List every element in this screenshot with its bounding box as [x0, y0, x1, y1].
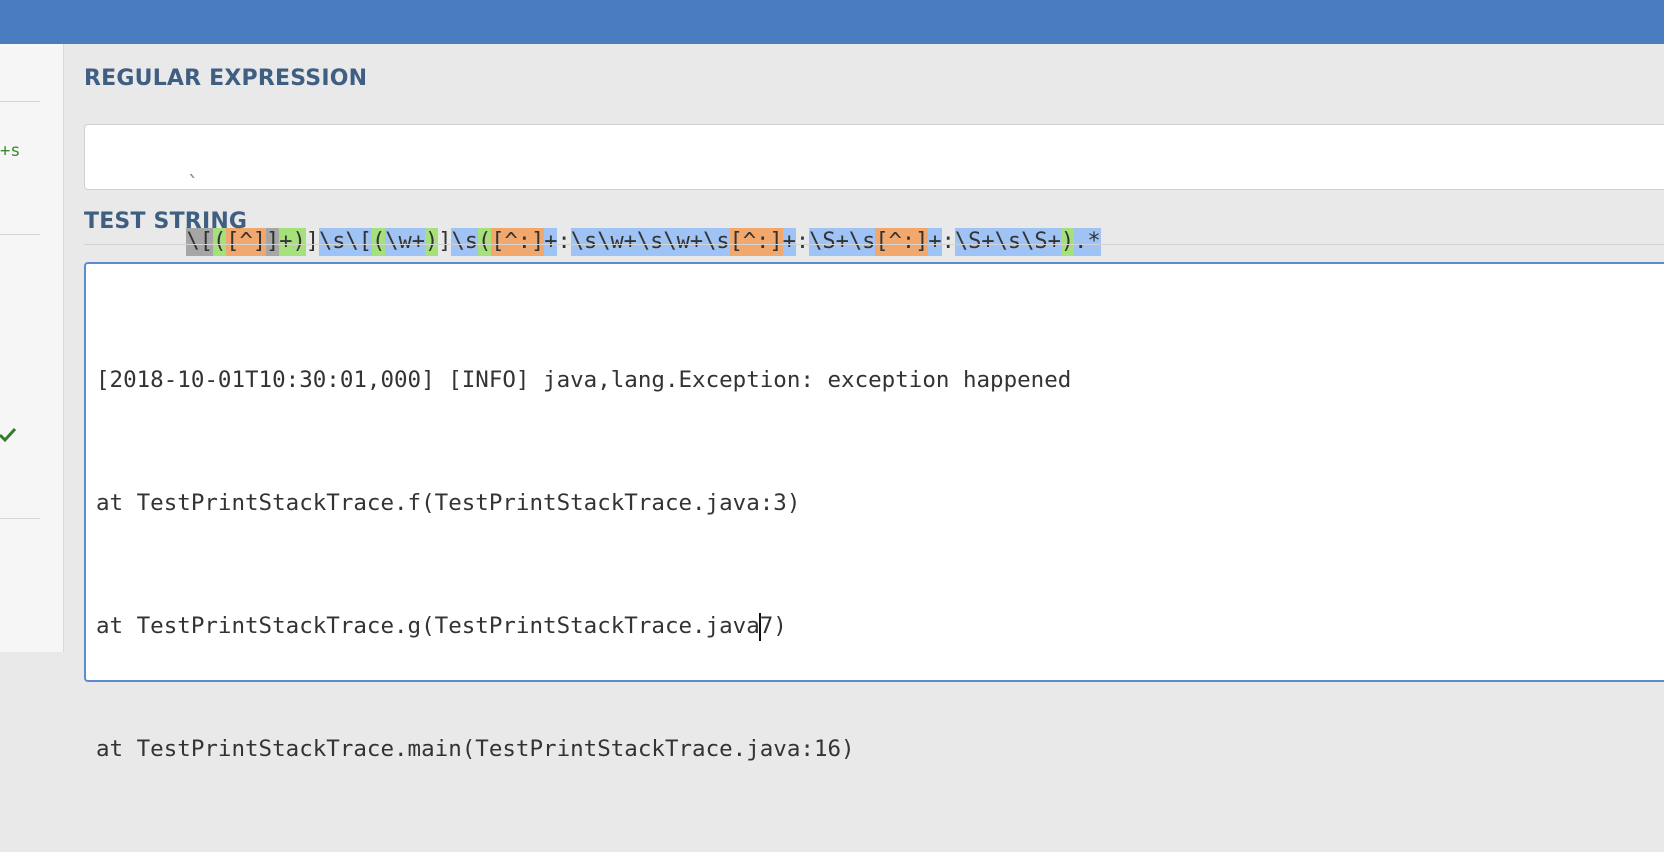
- regex-token: ): [424, 228, 439, 256]
- regex-token: ): [292, 228, 306, 256]
- left-sidebar: +s: [0, 44, 64, 652]
- regex-token: +: [928, 228, 942, 256]
- regex-token: +: [782, 228, 796, 256]
- regex-token: [^:]: [875, 228, 929, 256]
- test-line: [2018-10-01T10:30:01,000] [INFO] java,la…: [96, 367, 1072, 393]
- regex-token: :: [941, 229, 955, 254]
- sidebar-divider: [0, 101, 40, 102]
- regex-section-label: REGULAR EXPRESSION: [84, 66, 368, 91]
- top-header-bar: [0, 0, 1664, 44]
- test-string-section-label: TEST STRING: [84, 209, 248, 234]
- regex-tokens: \[([^]]+)]\s\[(\w+)]\s([^:]+:\s\w+\s\w+\…: [186, 228, 1101, 256]
- regex-token: \s: [451, 228, 478, 256]
- regex-token: (: [477, 228, 492, 256]
- regex-expression[interactable]: ` \[([^]]+)]\s\[(\w+)]\s([^:]+:\s\w+\s\w…: [107, 144, 1101, 256]
- regex-token: [^:]: [729, 228, 783, 256]
- regex-token: ]: [265, 228, 280, 256]
- sidebar-snippet[interactable]: +s: [0, 141, 20, 161]
- regex-token: +: [279, 228, 293, 256]
- regex-token: [^:]: [491, 228, 545, 256]
- regex-token: \S+\s\S+: [954, 228, 1061, 256]
- test-string-input[interactable]: [2018-10-01T10:30:01,000] [INFO] java,la…: [84, 262, 1664, 762]
- main-panel: REGULAR EXPRESSION ` \[([^]]+)]\s\[(\w+)…: [64, 44, 1664, 762]
- checkmark-icon: [0, 427, 16, 443]
- regex-token: \s\w+\s\w+\s: [570, 228, 730, 256]
- regex-token: .*: [1074, 228, 1101, 256]
- regex-token: +: [544, 228, 558, 256]
- regex-token: :: [795, 229, 810, 254]
- regex-token: :: [557, 229, 571, 254]
- regex-token: ]: [305, 229, 319, 254]
- regex-delimiter: `: [186, 173, 200, 198]
- test-string-content[interactable]: [2018-10-01T10:30:01,000] [INFO] java,la…: [96, 278, 1071, 852]
- test-line: at TestPrintStackTrace.g(TestPrintStackT…: [96, 612, 787, 641]
- sidebar-divider: [0, 518, 40, 519]
- regex-token: \S+\s: [809, 228, 876, 256]
- regex-token: \w+: [385, 228, 425, 256]
- test-line: at TestPrintStackTrace.main(TestPrintSta…: [96, 736, 855, 762]
- section-divider: [84, 244, 1664, 245]
- sidebar-divider: [0, 234, 40, 235]
- regex-token: ]: [438, 229, 452, 254]
- test-line: at TestPrintStackTrace.f(TestPrintStackT…: [96, 490, 801, 516]
- regex-token: (: [371, 228, 386, 256]
- regex-token: \s\[: [318, 228, 372, 256]
- regex-token: ): [1060, 228, 1075, 256]
- regex-input[interactable]: ` \[([^]]+)]\s\[(\w+)]\s([^:]+:\s\w+\s\w…: [84, 124, 1664, 256]
